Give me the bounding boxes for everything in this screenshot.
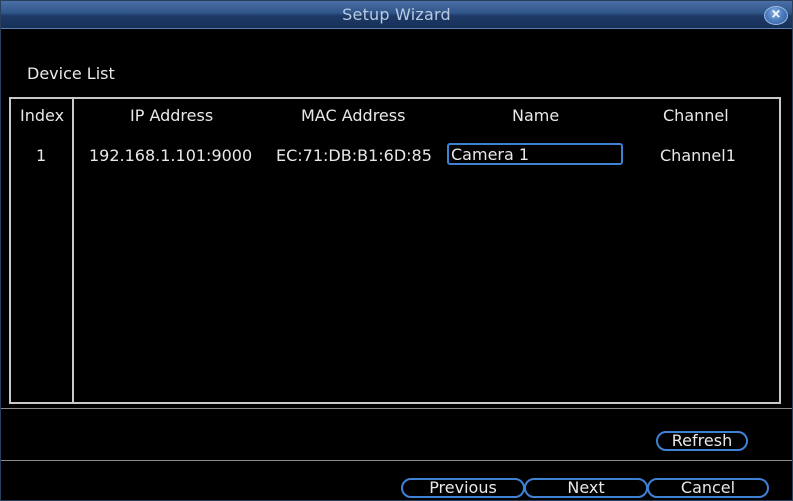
refresh-button[interactable]: Refresh <box>656 431 748 451</box>
window-title: Setup Wizard <box>342 5 451 24</box>
divider-top <box>1 408 792 409</box>
divider-bottom <box>1 460 792 461</box>
camera-name-input[interactable] <box>447 143 623 165</box>
previous-button[interactable]: Previous <box>401 478 525 498</box>
setup-wizard-window: Setup Wizard × Device List Index IP Addr… <box>0 0 793 501</box>
row-mac-address: EC:71:DB:B1:6D:85 <box>276 146 432 165</box>
title-bar: Setup Wizard × <box>1 1 792 29</box>
device-table: Index IP Address MAC Address Name Channe… <box>9 97 781 404</box>
header-channel: Channel <box>663 106 729 125</box>
row-ip-address: 192.168.1.101:9000 <box>89 146 253 165</box>
close-icon[interactable]: × <box>764 6 788 25</box>
header-name: Name <box>512 106 560 125</box>
row-channel: Channel1 <box>660 146 736 165</box>
header-mac-address: MAC Address <box>301 106 406 125</box>
cancel-button[interactable]: Cancel <box>647 478 769 498</box>
next-button[interactable]: Next <box>524 478 648 498</box>
device-list-label: Device List <box>27 64 115 83</box>
header-index: Index <box>20 106 65 125</box>
header-ip-address: IP Address <box>130 106 214 125</box>
index-column-divider <box>72 99 74 402</box>
row-index: 1 <box>36 146 47 165</box>
